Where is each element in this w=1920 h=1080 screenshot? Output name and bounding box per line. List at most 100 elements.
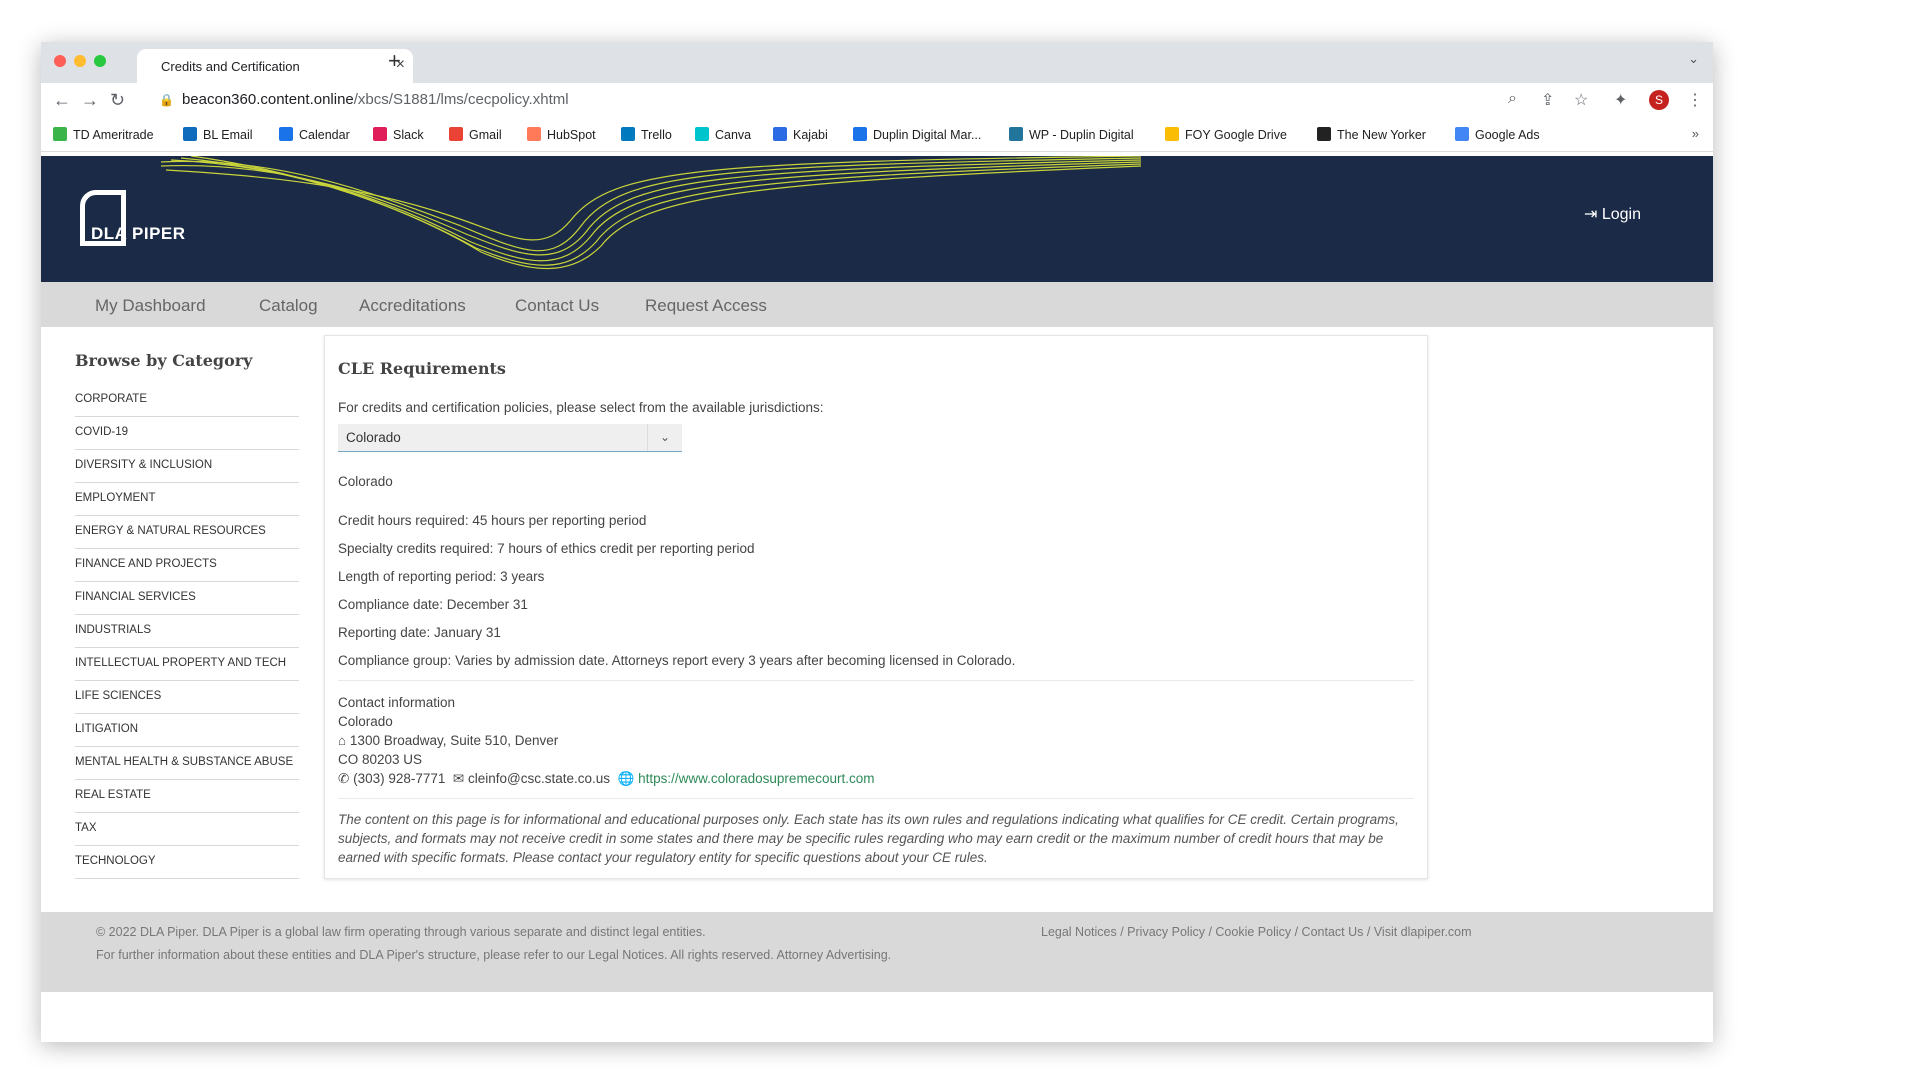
bookmark-calendar[interactable]: Calendar — [279, 127, 350, 142]
browser-menu-icon[interactable]: ⋮ — [1687, 90, 1703, 110]
bookmark-label: Duplin Digital Mar... — [873, 128, 982, 142]
category-intellectual-property[interactable]: INTELLECTUAL PROPERTY AND TECH — [75, 647, 299, 681]
hubspot-icon — [527, 127, 541, 141]
url-domain: beacon360.content.online — [181, 91, 354, 108]
footer-link-cookie-policy[interactable]: Cookie Policy — [1215, 925, 1291, 939]
profile-avatar[interactable]: S — [1649, 90, 1669, 110]
zoom-search-icon[interactable]: ⌕ — [1508, 90, 1517, 108]
bookmark-label: Canva — [715, 128, 752, 142]
category-employment[interactable]: EMPLOYMENT — [75, 482, 299, 516]
category-technology[interactable]: TECHNOLOGY — [75, 845, 299, 879]
category-diversity-inclusion[interactable]: DIVERSITY & INCLUSION — [75, 449, 299, 483]
back-arrow-icon[interactable]: ← — [53, 90, 71, 111]
bookmark-label: Gmail — [469, 128, 502, 142]
category-industrials[interactable]: INDUSTRIALS — [75, 614, 299, 648]
credit-hours-required: Credit hours required: 45 hours per repo… — [338, 513, 647, 528]
category-litigation[interactable]: LITIGATION — [75, 713, 299, 747]
login-label: Login — [1601, 206, 1642, 223]
compliance-group: Compliance group: Varies by admission da… — [338, 653, 1016, 668]
bookmark-label: WP - Duplin Digital — [1029, 128, 1134, 142]
specialty-credits-required: Specialty credits required: 7 hours of e… — [338, 541, 755, 556]
extensions-puzzle-icon[interactable]: ✦ — [1614, 90, 1627, 110]
address-bar[interactable]: 🔒 beacon360.content.online/xbcs/S1881/lms… — [159, 91, 569, 108]
category-corporate[interactable]: CORPORATE — [75, 383, 299, 417]
calendar-icon — [279, 127, 293, 141]
chevron-down-icon[interactable]: ⌄ — [647, 424, 682, 451]
globe-icon: 🌐 — [617, 771, 635, 786]
url-path: /xbcs/S1881/lms/cecpolicy.xhtml — [353, 91, 569, 108]
envelope-icon: ✉ — [452, 771, 465, 786]
bookmark-bl-email[interactable]: BL Email — [183, 127, 253, 142]
gmail-icon — [449, 127, 463, 141]
browser-toolbar: ← → ↻ 🔒 beacon360.content.online/xbcs/S18… — [41, 83, 1713, 119]
tab-bar: Credits and Certification × + ⌄ — [41, 42, 1713, 83]
kajabi-icon — [773, 127, 787, 141]
footer-link-privacy-policy[interactable]: Privacy Policy — [1127, 925, 1205, 939]
browser-tab[interactable]: Credits and Certification × — [137, 49, 413, 83]
home-icon: ⌂ — [338, 733, 347, 748]
bookmark-label: FOY Google Drive — [1185, 128, 1287, 142]
canva-icon — [695, 127, 709, 141]
bookmarks-bar: TD Ameritrade BL Email Calendar Slack Gm… — [41, 119, 1713, 152]
new-tab-button[interactable]: + — [388, 48, 401, 74]
bookmark-td-ameritrade[interactable]: TD Ameritrade — [53, 127, 154, 142]
bookmark-hubspot[interactable]: HubSpot — [527, 127, 596, 142]
nav-catalog[interactable]: Catalog — [259, 296, 318, 316]
footer-copyright: © 2022 DLA Piper. DLA Piper is a global … — [96, 925, 706, 939]
category-financial-services[interactable]: FINANCIAL SERVICES — [75, 581, 299, 615]
category-finance-and-projects[interactable]: FINANCE AND PROJECTS — [75, 548, 299, 582]
contact-information-label: Contact information — [338, 695, 456, 710]
bookmark-trello[interactable]: Trello — [621, 127, 672, 142]
contact-phone: (303) 928-7771 — [353, 771, 446, 786]
category-covid-19[interactable]: COVID-19 — [75, 416, 299, 450]
bookmark-canva[interactable]: Canva — [695, 127, 751, 142]
bookmark-kajabi[interactable]: Kajabi — [773, 127, 828, 142]
footer-link-contact-us[interactable]: Contact Us — [1302, 925, 1364, 939]
forward-arrow-icon[interactable]: → — [81, 90, 99, 111]
nav-contact-us[interactable]: Contact Us — [515, 296, 599, 316]
maximize-window-button[interactable] — [94, 55, 106, 67]
bookmark-foy-google-drive[interactable]: FOY Google Drive — [1165, 127, 1287, 142]
bookmark-star-icon[interactable]: ☆ — [1574, 90, 1588, 110]
contact-website-link[interactable]: https://www.coloradosupremecourt.com — [638, 771, 874, 786]
disclaimer-text: The content on this page is for informat… — [338, 812, 1399, 865]
tab-search-chevron-icon[interactable]: ⌄ — [1688, 51, 1699, 67]
slack-icon — [373, 127, 387, 141]
category-mental-health[interactable]: MENTAL HEALTH & SUBSTANCE ABUSE — [75, 746, 299, 780]
bookmark-gmail[interactable]: Gmail — [449, 127, 502, 142]
outlook-icon — [183, 127, 197, 141]
footer-link-visit-dlapiper[interactable]: Visit dlapiper.com — [1374, 925, 1472, 939]
bookmark-slack[interactable]: Slack — [373, 127, 424, 142]
cle-requirements-panel: CLE Requirements For credits and certifi… — [324, 335, 1428, 879]
nav-my-dashboard[interactable]: My Dashboard — [95, 296, 206, 316]
contact-address-line2: CO 80203 US — [338, 752, 423, 767]
share-icon[interactable]: ⇪ — [1541, 90, 1554, 110]
more-bookmarks-chevron-icon[interactable]: » — [1692, 126, 1699, 141]
site-footer: © 2022 DLA Piper. DLA Piper is a global … — [41, 912, 1713, 992]
close-window-button[interactable] — [54, 55, 66, 67]
sidebar-title: Browse by Category — [75, 351, 253, 370]
jurisdiction-select[interactable]: Colorado ⌄ — [338, 424, 682, 452]
bookmark-label: HubSpot — [547, 128, 596, 142]
jurisdiction-prompt: For credits and certification policies, … — [338, 400, 824, 415]
footer-link-legal-notices[interactable]: Legal Notices — [1041, 925, 1117, 939]
category-life-sciences[interactable]: LIFE SCIENCES — [75, 680, 299, 714]
contact-email[interactable]: cleinfo@csc.state.co.us — [468, 771, 610, 786]
bookmark-label: Trello — [641, 128, 672, 142]
jurisdiction-heading: Colorado — [338, 474, 393, 489]
category-tax[interactable]: TAX — [75, 812, 299, 846]
minimize-window-button[interactable] — [74, 55, 86, 67]
reload-icon[interactable]: ↻ — [110, 90, 125, 111]
bookmark-google-ads[interactable]: Google Ads — [1455, 127, 1540, 142]
header-wave-graphic — [161, 156, 1141, 270]
login-button[interactable]: ⇥ Login — [1584, 204, 1641, 224]
bookmark-duplin-digital-mar[interactable]: Duplin Digital Mar... — [853, 127, 981, 142]
jurisdiction-selected-value: Colorado — [346, 430, 401, 445]
bookmark-the-new-yorker[interactable]: The New Yorker — [1317, 127, 1426, 142]
bookmark-wp-duplin-digital[interactable]: WP - Duplin Digital — [1009, 127, 1134, 142]
nav-accreditations[interactable]: Accreditations — [359, 296, 466, 316]
category-energy-natural-resources[interactable]: ENERGY & NATURAL RESOURCES — [75, 515, 299, 549]
nav-request-access[interactable]: Request Access — [645, 296, 767, 316]
section-divider — [338, 680, 1414, 681]
category-real-estate[interactable]: REAL ESTATE — [75, 779, 299, 813]
